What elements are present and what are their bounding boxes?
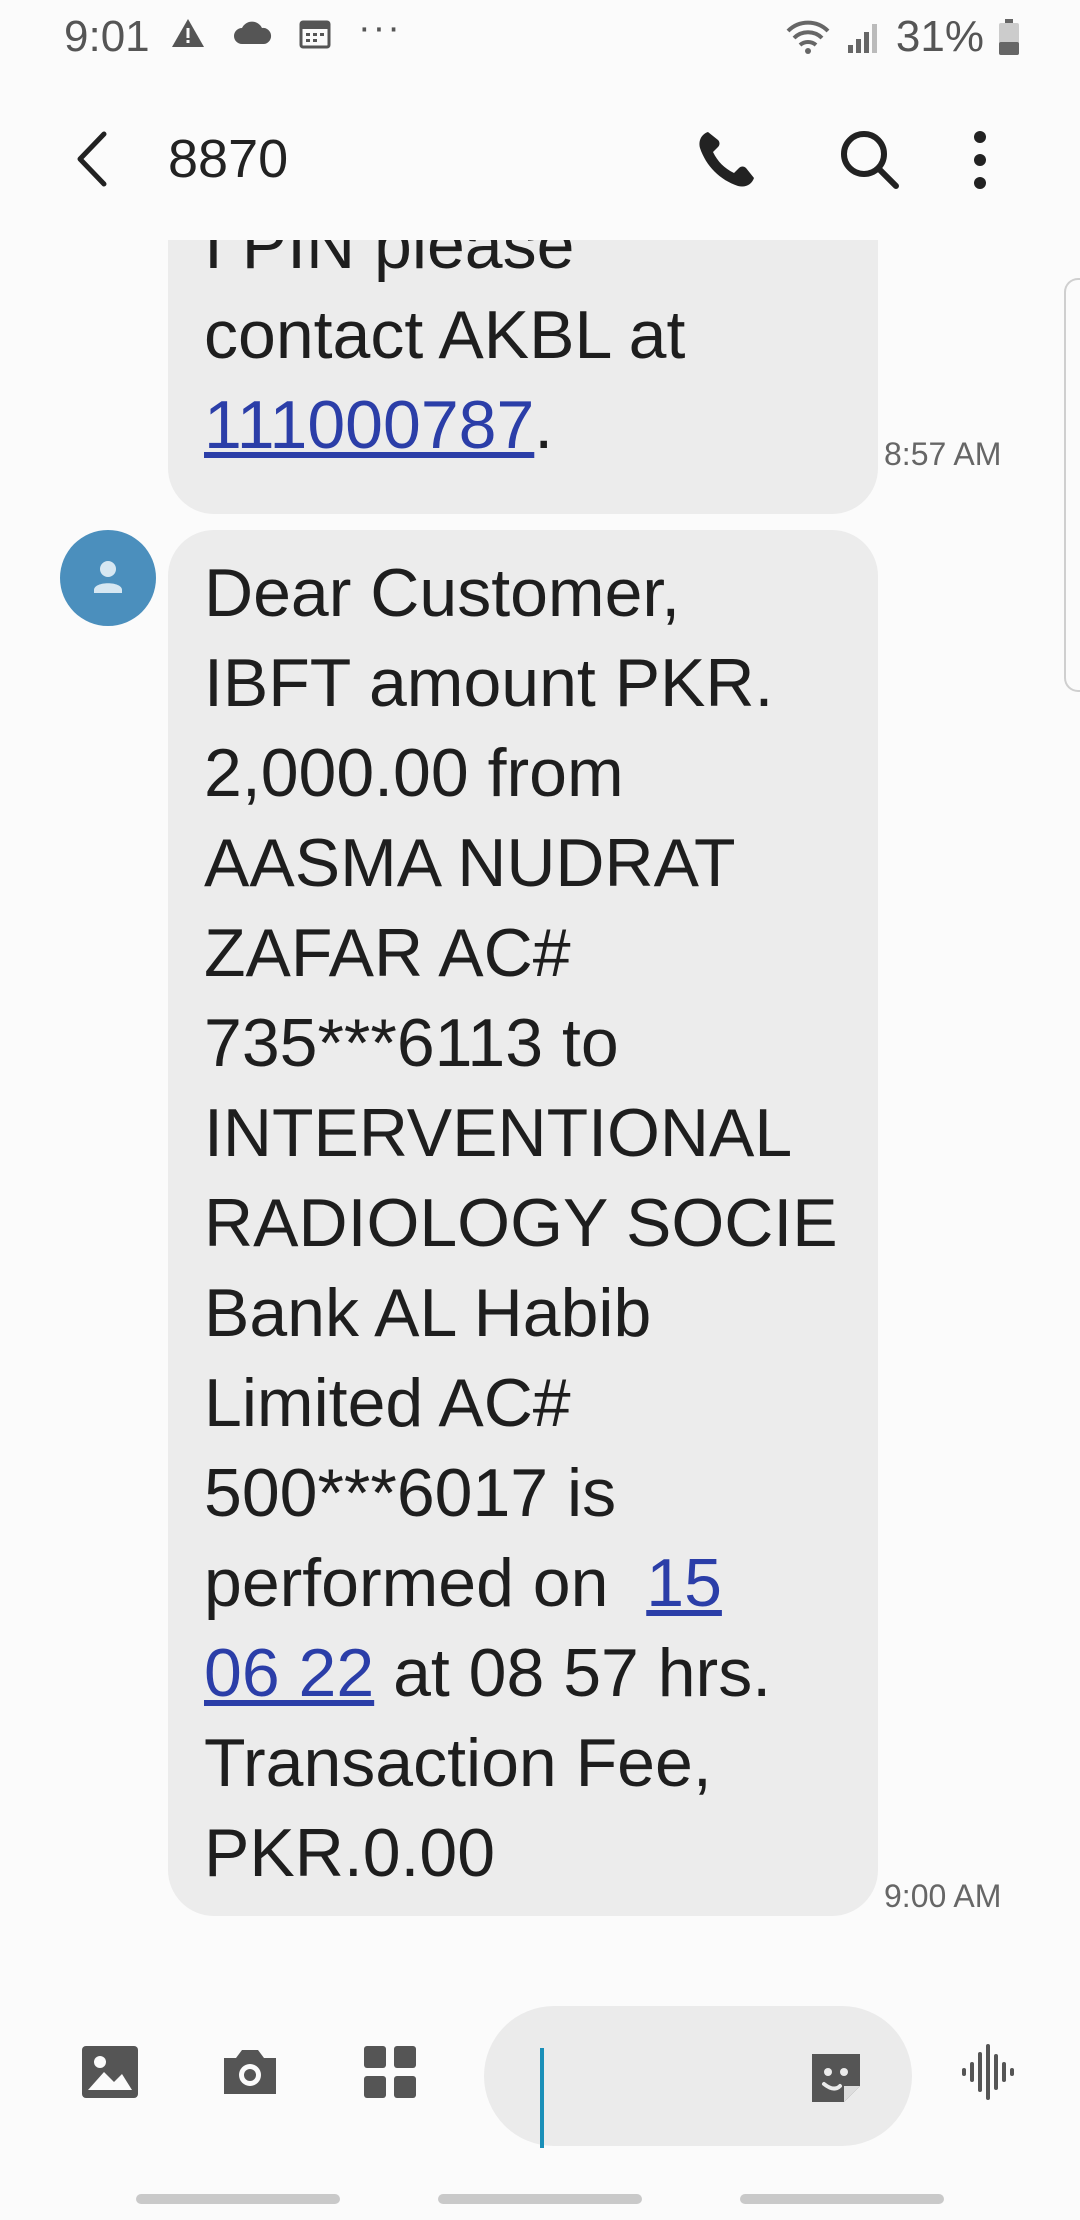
warning-icon — [172, 19, 204, 47]
message-timestamp: 9:00 AM — [884, 1878, 1002, 1914]
search-button[interactable] — [830, 120, 910, 200]
avatar[interactable] — [60, 530, 156, 626]
status-time: 9:01 — [64, 12, 150, 61]
message-line: contact AKBL at — [204, 297, 686, 373]
back-arrow-icon — [77, 131, 107, 187]
message-line: INTERVENTIONAL — [204, 1095, 793, 1171]
scroll-handle[interactable] — [1064, 278, 1080, 692]
apps-button[interactable] — [358, 2040, 422, 2104]
message-line: 2,000.00 from — [204, 735, 624, 811]
message-list[interactable]: I PIN please contact AKBL at 111000787. … — [0, 240, 1080, 1940]
message-line: Dear Customer, — [204, 555, 681, 631]
message-line: 735***6113 to — [204, 1005, 619, 1081]
message-input[interactable] — [484, 2006, 912, 2148]
message-line: performed on 15 — [204, 1538, 858, 1628]
message-line: AASMA NUDRAT — [204, 825, 736, 901]
phone-icon — [699, 132, 754, 187]
notification-icons: ··· — [170, 7, 402, 50]
phone-number-link[interactable]: 111000787 — [204, 387, 534, 463]
sticker-icon — [812, 2054, 860, 2102]
status-bar: 9:01 ··· 31% — [0, 0, 1080, 70]
message-line: 500***6017 is — [204, 1455, 617, 1531]
gallery-button[interactable] — [78, 2040, 142, 2104]
message-line: I PIN please — [204, 240, 575, 283]
message-line: Limited AC# — [204, 1365, 571, 1441]
nav-back-handle[interactable] — [740, 2194, 944, 2204]
nav-home-handle[interactable] — [438, 2194, 642, 2204]
search-icon — [841, 131, 899, 189]
signal-icon — [847, 24, 877, 53]
message-text: . — [534, 387, 554, 463]
more-notifications-icon: ··· — [358, 6, 402, 49]
battery-icon — [999, 19, 1019, 55]
person-icon — [94, 561, 122, 593]
camera-button[interactable] — [218, 2040, 282, 2104]
nav-recents-handle[interactable] — [136, 2194, 340, 2204]
message-line: Transaction Fee, — [204, 1725, 712, 1801]
voice-input-button[interactable] — [956, 2040, 1020, 2104]
app-bar: 8870 — [0, 100, 1080, 220]
message-text: at 08 57 hrs. — [374, 1635, 772, 1711]
status-right: 31% — [784, 12, 1020, 62]
contact-name[interactable]: 8870 — [168, 128, 288, 190]
grid-icon — [364, 2046, 416, 2098]
date-link[interactable]: 15 — [646, 1545, 722, 1621]
sticker-button[interactable] — [804, 2046, 868, 2110]
message-line: Bank AL Habib — [204, 1275, 652, 1351]
message-bubble[interactable]: I PIN please contact AKBL at 111000787. — [168, 240, 878, 514]
message-line: ZAFAR AC# — [204, 915, 571, 991]
battery-percent: 31% — [895, 12, 984, 61]
image-icon — [82, 2046, 138, 2098]
more-vertical-icon — [974, 131, 986, 189]
gesture-nav-bar — [0, 2186, 1080, 2220]
text-cursor — [540, 2048, 544, 2148]
cloud-icon — [234, 21, 272, 44]
wifi-icon — [786, 20, 830, 54]
message-line: PKR.0.00 — [204, 1815, 496, 1891]
date-link[interactable]: 06 22 — [204, 1635, 374, 1711]
calendar-icon — [299, 20, 331, 49]
more-options-button[interactable] — [950, 120, 1010, 200]
message-timestamp: 8:57 AM — [884, 436, 1002, 472]
message-bubble[interactable]: Dear Customer, IBFT amount PKR. 2,000.00… — [168, 530, 878, 1916]
message-line: 111000787. — [204, 380, 842, 470]
message-line: IBFT amount PKR. — [204, 645, 774, 721]
message-line: RADIOLOGY SOCIE — [204, 1185, 838, 1261]
message-line: 06 22 at 08 57 hrs. — [204, 1628, 858, 1718]
camera-icon — [224, 2050, 276, 2094]
call-button[interactable] — [686, 120, 766, 200]
composer-bar — [0, 2000, 1080, 2150]
message-text: performed on — [204, 1545, 628, 1621]
waveform-icon — [962, 2044, 1014, 2100]
back-button[interactable] — [60, 124, 130, 194]
